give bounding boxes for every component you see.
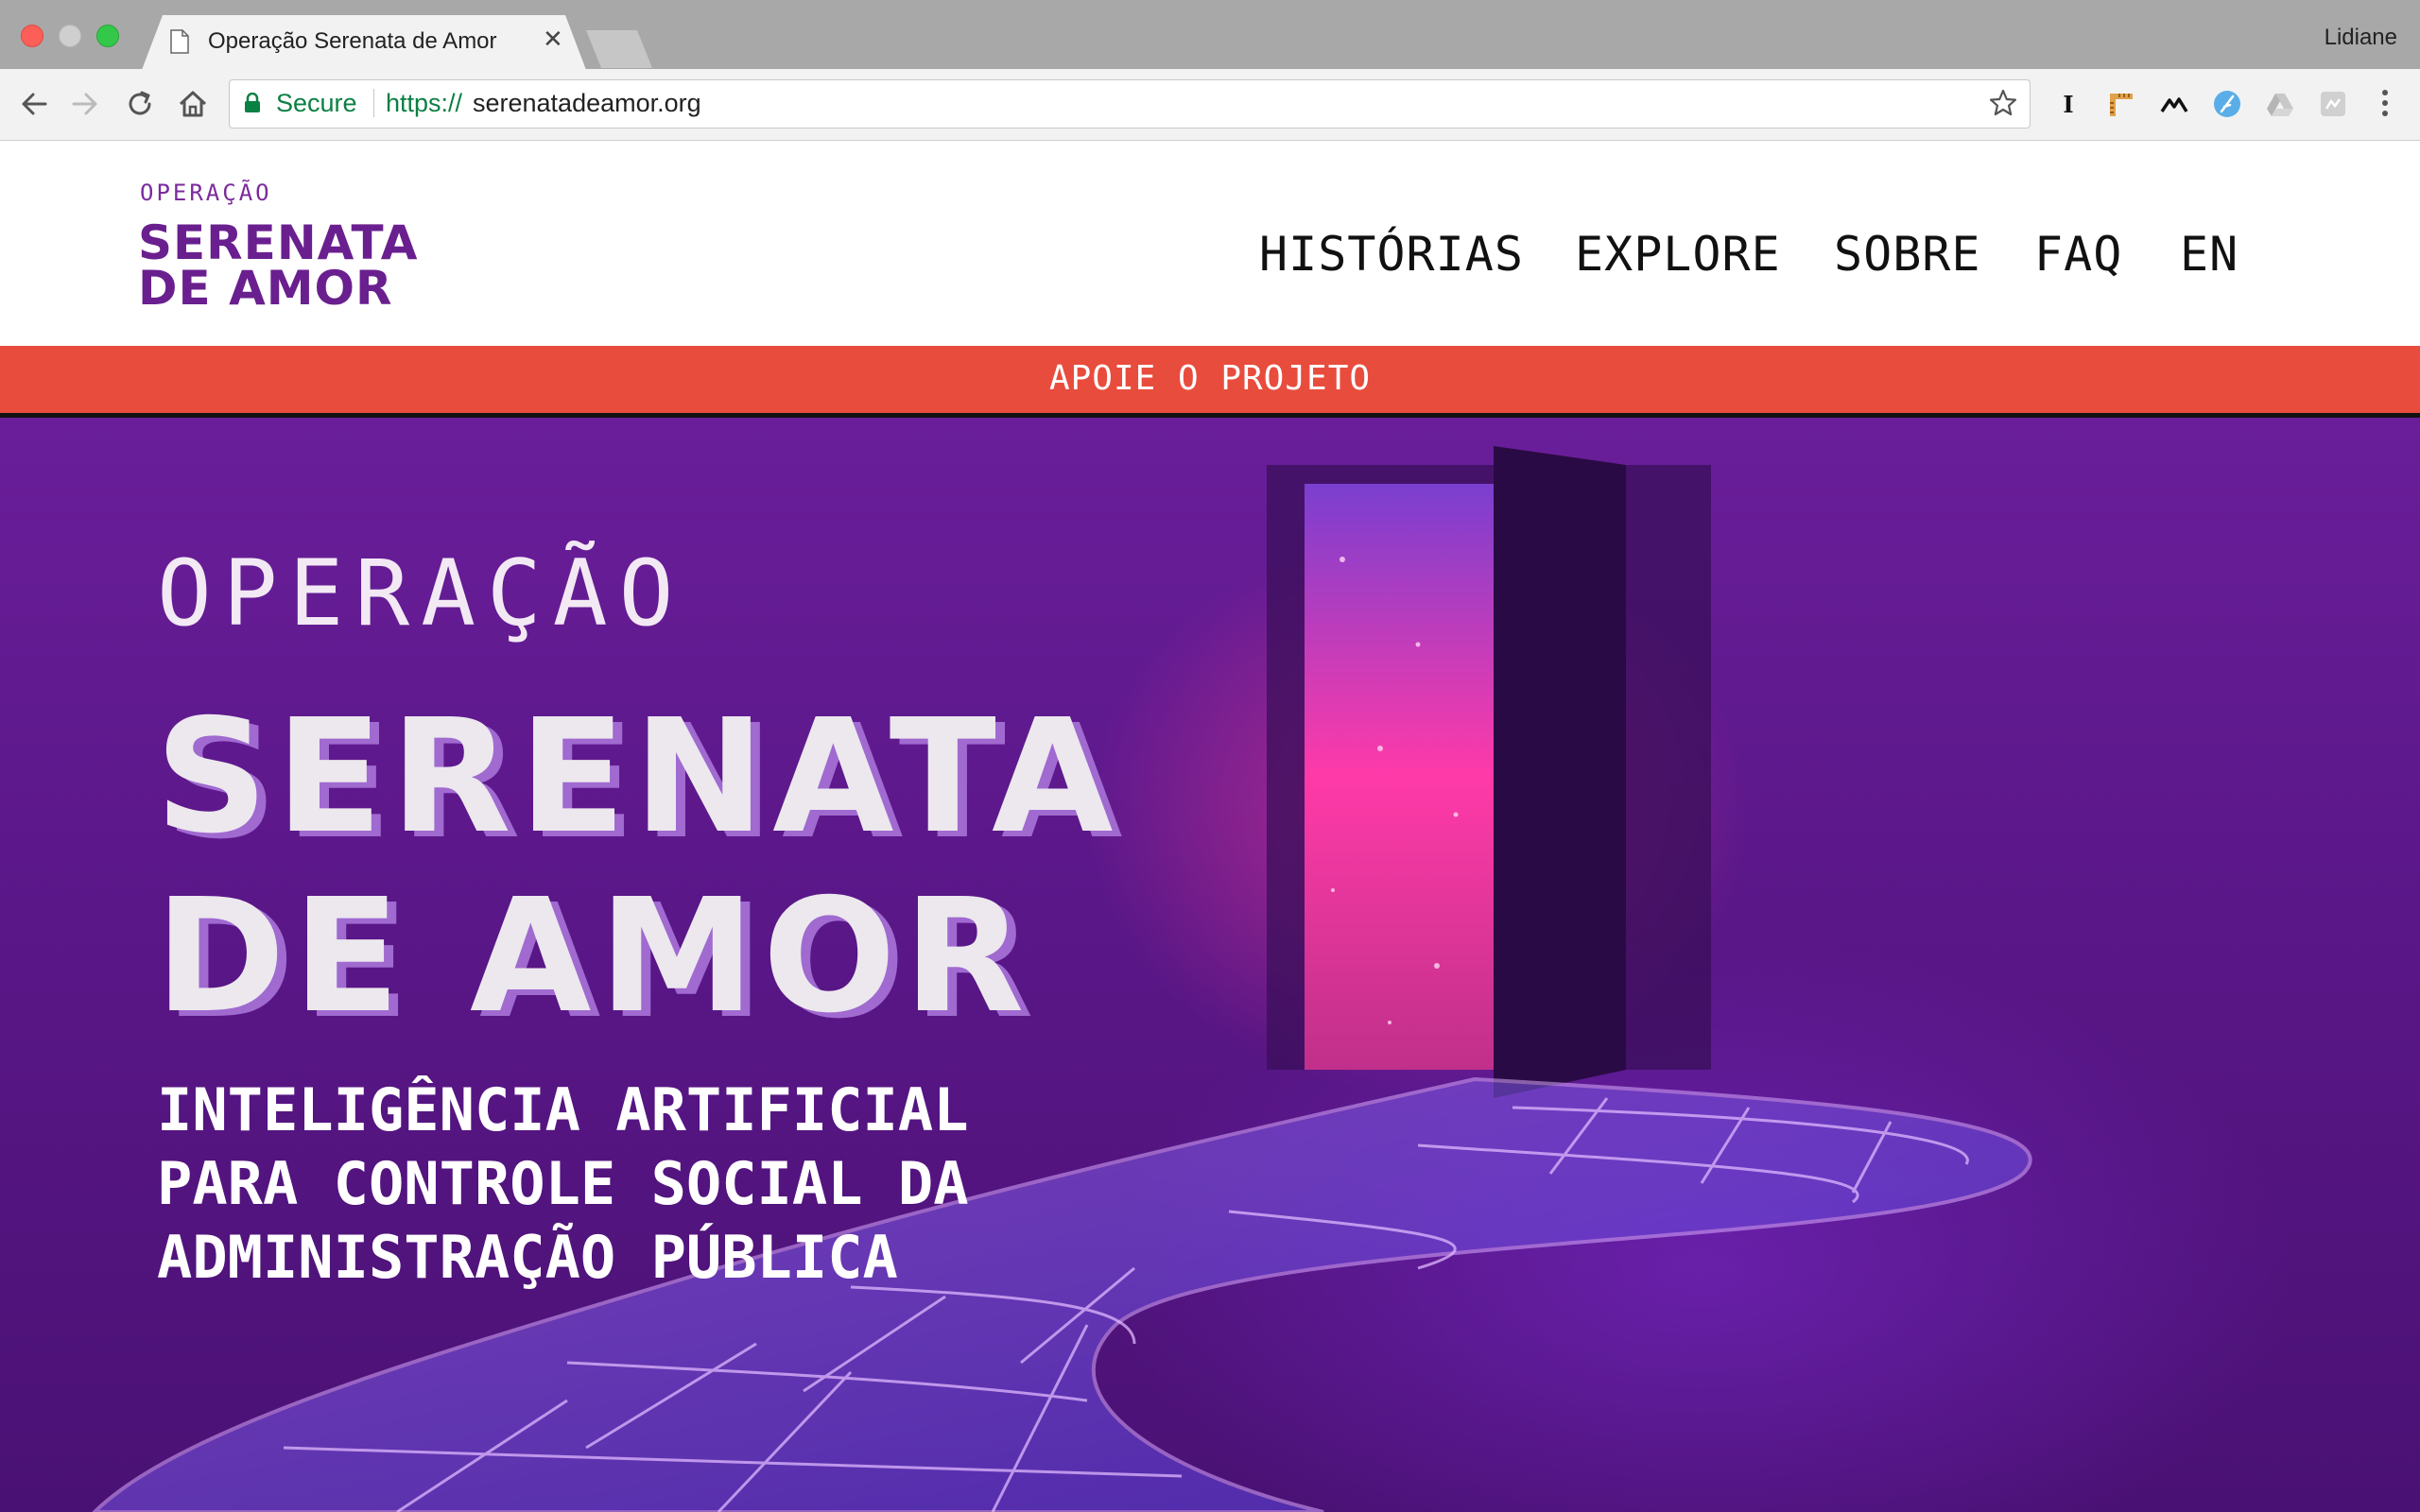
document-icon [170,29,189,54]
hero-title-line-1: SERENATA [155,686,1121,868]
hero-title-line-2: DE AMOR [155,866,1032,1048]
door-opening [1305,484,1494,1070]
hero-kicker: OPERAÇÃO [157,541,685,646]
nav-faq[interactable]: FAQ [2034,227,2122,282]
extension-letter: I [2063,91,2073,118]
back-arrow-icon[interactable] [17,87,51,121]
maximize-window-button[interactable] [96,25,119,47]
browser-menu-icon[interactable] [2378,87,2392,119]
profile-name[interactable]: Lidiane [2325,25,2397,51]
tab-title: Operação Serenata de Amor [208,28,497,54]
screenshot-extension-icon[interactable] [2318,89,2348,119]
nav-sobre[interactable]: SOBRE [1834,227,1981,282]
minimize-window-button[interactable] [59,25,81,47]
bookmark-star-icon[interactable] [1989,89,2017,117]
close-window-button[interactable] [21,25,43,47]
home-icon[interactable] [176,87,210,121]
reload-icon[interactable] [123,87,157,121]
secure-label: Secure [276,89,357,117]
url-scheme: https:// [386,89,463,117]
hero-subtitle-line-3: ADMINISTRAÇÃO PÚBLICA [157,1223,898,1292]
close-tab-icon[interactable]: ✕ [543,26,563,51]
mountain-extension-icon[interactable] [2159,89,2189,119]
nav-explore[interactable]: EXPLORE [1575,227,1781,282]
forward-arrow-icon[interactable] [68,87,102,121]
logo-kicker[interactable]: OPERAÇÃO [140,180,272,206]
drive-extension-icon[interactable] [2265,89,2295,119]
ruler-extension-icon[interactable] [2106,89,2136,119]
url-host: serenatadeamor.org [473,89,701,117]
feather-extension-icon[interactable] [2212,89,2242,119]
logo-line-2[interactable]: DE AMOR [138,265,393,312]
lock-icon [245,93,260,112]
instapaper-extension-icon[interactable]: I [2053,89,2083,119]
door-panel [1494,446,1626,1098]
hero-subtitle-line-1: INTELIGÊNCIA ARTIFICIAL [157,1075,969,1144]
support-banner-label[interactable]: APOIE O PROJETO [0,359,2420,398]
logo-line-1[interactable]: SERENATA [138,219,418,266]
nav-historias[interactable]: HISTÓRIAS [1259,227,1524,282]
url-divider [373,89,374,117]
hero-subtitle-line-2: PARA CONTROLE SOCIAL DA [157,1149,969,1218]
nav-language-en[interactable]: EN [2180,227,2238,282]
